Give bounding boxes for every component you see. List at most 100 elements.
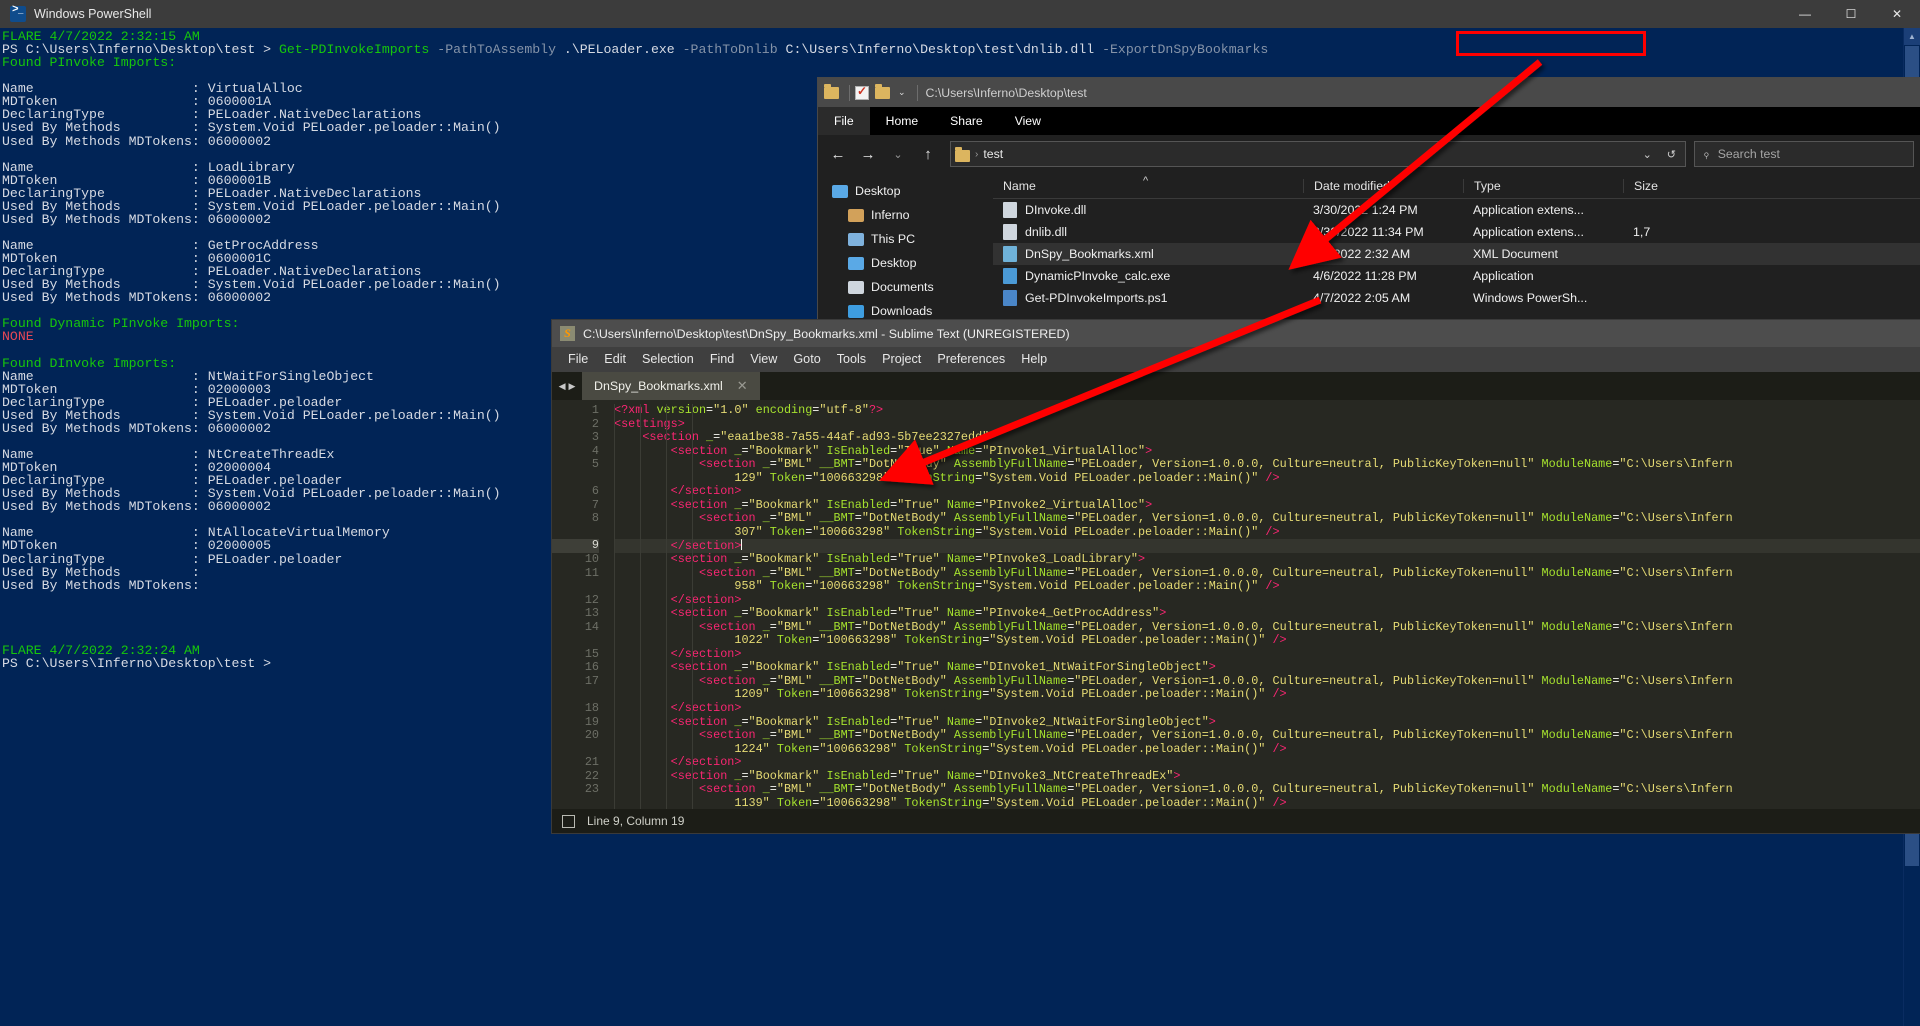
chevron-left-icon[interactable]: ◀ [559, 381, 566, 392]
column-header-name[interactable]: Name ^ [993, 175, 1303, 193]
menu-tools[interactable]: Tools [829, 347, 874, 372]
folder-icon[interactable] [824, 84, 841, 101]
line-number: 15 [584, 646, 599, 661]
sort-ascending-icon: ^ [1143, 174, 1149, 187]
code-line[interactable]: </section> [614, 755, 1920, 770]
menu-help[interactable]: Help [1013, 347, 1055, 372]
tab-scroll-arrows[interactable]: ◀ ▶ [552, 372, 582, 400]
menu-goto[interactable]: Goto [785, 347, 828, 372]
code-line[interactable]: <section _="BML" __BMT="DotNetBody" Asse… [614, 783, 1920, 797]
code-line[interactable]: </section> [614, 647, 1920, 662]
column-header-size[interactable]: Size [1623, 178, 1703, 193]
code-line[interactable]: </section> [614, 701, 1920, 716]
column-header-type[interactable]: Type [1463, 178, 1623, 193]
menu-preferences[interactable]: Preferences [929, 347, 1013, 372]
line-number: 4 [591, 443, 599, 458]
line-number: 11 [584, 565, 599, 580]
line-number: 23 [584, 782, 599, 797]
code-line[interactable]: 1022" Token="100663298" TokenString="Sys… [614, 634, 1920, 648]
powershell-titlebar: Windows PowerShell — ☐ ✕ [0, 0, 1920, 28]
code-line[interactable]: 129" Token="100663298" TokenString="Syst… [614, 471, 1920, 486]
search-placeholder: Search test [1717, 147, 1780, 161]
address-bar[interactable]: › test ⌄ ↺ [950, 141, 1686, 167]
user-icon [848, 208, 864, 222]
code-line[interactable]: </section> [614, 539, 1920, 553]
file-date: 4/7/2022 2:05 AM [1313, 291, 1411, 305]
forward-button[interactable]: → [854, 140, 882, 168]
code-line[interactable]: 1224" Token="100663298" TokenString="Sys… [614, 742, 1920, 757]
minimize-button[interactable]: — [1782, 0, 1828, 28]
up-button[interactable]: ↑ [914, 140, 942, 168]
sidebar-item-this-pc[interactable]: This PC [818, 227, 993, 251]
code-line[interactable]: <section _="Bookmark" IsEnabled="True" N… [614, 498, 1920, 513]
code-line[interactable]: 1209" Token="100663298" TokenString="Sys… [614, 688, 1920, 702]
chevron-right-icon[interactable]: ▶ [569, 381, 576, 392]
scroll-up-arrow[interactable]: ▲ [1904, 28, 1920, 45]
search-icon: ⌕ [1698, 146, 1714, 161]
close-button[interactable]: ✕ [1874, 0, 1920, 28]
divider [849, 84, 850, 101]
search-box[interactable]: ⌕ Search test [1694, 141, 1914, 167]
code-line[interactable]: <section _="BML" __BMT="DotNetBody" Asse… [614, 457, 1920, 472]
sidebar-item-documents[interactable]: Documents [818, 275, 993, 299]
sidebar-item-desktop[interactable]: Desktop [818, 179, 993, 203]
sidebar-item-label: Documents [871, 280, 934, 294]
column-header-date-modified[interactable]: Date modified [1303, 178, 1463, 193]
code-line[interactable]: 958" Token="100663298" TokenString="Syst… [614, 579, 1920, 594]
sublime-editor[interactable]: 123456789101112131415161718192021222324 … [552, 400, 1920, 809]
menu-edit[interactable]: Edit [596, 347, 634, 372]
code-line[interactable]: <section _="BML" __BMT="DotNetBody" Asse… [614, 620, 1920, 635]
sidebar-item-desktop[interactable]: Desktop [818, 251, 993, 275]
properties-icon[interactable] [855, 84, 872, 101]
code-line[interactable]: <?xml version="1.0" encoding="utf-8"?> [614, 403, 1920, 418]
ribbon-tab-file[interactable]: File [818, 107, 870, 135]
line-number: 18 [584, 701, 599, 716]
file-row[interactable]: Get-PDInvokeImports.ps1 4/7/2022 2:05 AM W… [993, 287, 1920, 309]
sidebar-item-inferno[interactable]: Inferno [818, 203, 993, 227]
code-line[interactable]: <section _="Bookmark" IsEnabled="True" N… [614, 444, 1920, 459]
menu-selection[interactable]: Selection [634, 347, 702, 372]
code-line[interactable]: <section _="BML" __BMT="DotNetBody" Asse… [614, 512, 1920, 526]
code-line[interactable]: <settings> [614, 417, 1920, 432]
code-line[interactable]: <section _="Bookmark" IsEnabled="True" N… [614, 661, 1920, 675]
code-line[interactable]: <section _="Bookmark" IsEnabled="True" N… [614, 769, 1920, 784]
close-icon[interactable]: ✕ [737, 378, 748, 394]
code-line[interactable]: <section _="Bookmark" IsEnabled="True" N… [614, 715, 1920, 730]
code-line[interactable]: <section _="BML" __BMT="DotNetBody" Asse… [614, 674, 1920, 689]
code-line[interactable]: 307" Token="100663298" TokenString="Syst… [614, 525, 1920, 540]
ribbon-tab-share[interactable]: Share [934, 107, 999, 135]
ribbon-tab-home[interactable]: Home [870, 107, 935, 135]
recent-locations-button[interactable]: ⌄ [884, 140, 912, 168]
code-area[interactable]: <?xml version="1.0" encoding="utf-8"?> <s… [608, 400, 1920, 809]
chevron-down-icon[interactable]: ⌄ [898, 87, 906, 98]
code-line[interactable]: <section _="Bookmark" IsEnabled="True" N… [614, 552, 1920, 567]
code-line[interactable]: <section _="Bookmark" IsEnabled="True" N… [614, 606, 1920, 621]
menu-find[interactable]: Find [702, 347, 743, 372]
code-line[interactable]: </section> [614, 485, 1920, 499]
code-line[interactable]: <section _="eaa1be38-7a55-44af-ad93-5b7e… [614, 430, 1920, 445]
file-row[interactable]: dnlib.dll 3/30/2022 11:34 PM Application e… [993, 221, 1920, 243]
tab-dnspy-bookmarks-xml[interactable]: DnSpy_Bookmarks.xml ✕ [582, 372, 760, 400]
maximize-button[interactable]: ☐ [1828, 0, 1874, 28]
chevron-down-icon[interactable]: ⌄ [1638, 148, 1657, 161]
back-button[interactable]: ← [824, 140, 852, 168]
code-line[interactable]: <section _="BML" __BMT="DotNetBody" Asse… [614, 566, 1920, 581]
code-line[interactable]: <section _="BML" __BMT="DotNetBody" Asse… [614, 728, 1920, 743]
code-line[interactable]: 1139" Token="100663298" TokenString="Sys… [614, 796, 1920, 809]
file-row[interactable]: DInvoke.dll 3/30/2022 1:24 PM Application … [993, 199, 1920, 221]
refresh-icon[interactable]: ↺ [1662, 148, 1681, 161]
breadcrumb-current[interactable]: test [983, 147, 1003, 161]
menu-file[interactable]: File [560, 347, 596, 372]
menu-view[interactable]: View [742, 347, 785, 372]
file-row[interactable]: DynamicPInvoke_calc.exe 4/6/2022 11:28 PM… [993, 265, 1920, 287]
thispc-icon [848, 232, 864, 246]
new-folder-icon[interactable] [875, 84, 892, 101]
file-type: XML Document [1473, 247, 1558, 261]
menu-project[interactable]: Project [874, 347, 929, 372]
file-row[interactable]: DnSpy_Bookmarks.xml 4/7/2022 2:32 AM XML D… [993, 243, 1920, 265]
line-number: 2 [591, 416, 599, 431]
sublime-status-bar: Line 9, Column 19 [552, 809, 1920, 833]
code-line[interactable]: </section> [614, 593, 1920, 608]
indentation-icon[interactable] [562, 814, 575, 828]
ribbon-tab-view[interactable]: View [999, 107, 1057, 135]
